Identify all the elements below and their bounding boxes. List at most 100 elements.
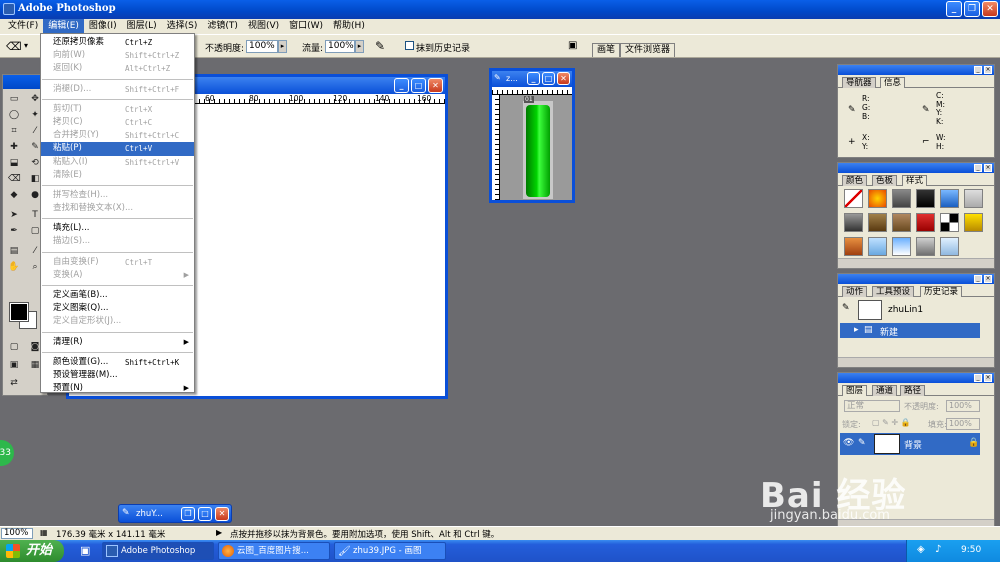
edit-menu-item[interactable]: 向前(W) Shift+Ctrl+Z [41,49,194,62]
edit-menu-item[interactable]: 查找和替换文本(X)... [41,202,194,215]
palette-well-icon[interactable]: ▣ [568,40,577,51]
move-tool-icon[interactable]: ▭ [8,93,20,105]
edit-menu-item[interactable]: 定义画笔(B)... [41,289,194,302]
style-swatch[interactable] [868,237,887,256]
start-button[interactable]: 开始 [0,540,64,562]
edit-menu-item[interactable]: 粘贴(P) Ctrl+V [41,142,194,156]
eye-icon[interactable]: 👁 [843,438,854,448]
palette-close-button[interactable]: × [984,164,992,172]
menu-item[interactable]: 图层(L) [122,19,162,34]
well-tab-file-browser[interactable]: 文件浏览器 [620,43,676,57]
small-doc-minimize-button[interactable]: _ [527,72,540,85]
airbrush-icon[interactable]: ✎ [375,39,385,53]
menu-item[interactable]: 窗口(W) [284,19,328,34]
screen-mode-icon[interactable]: ▣ [8,359,20,371]
menu-item[interactable]: 编辑(E) [43,19,84,34]
tab-layers[interactable]: 图层 [842,385,868,396]
tab-tool-presets[interactable]: 工具预设 [872,286,915,297]
tab-actions[interactable]: 动作 [842,286,868,297]
crop-tool-icon[interactable]: ⌗ [8,125,20,137]
style-swatch[interactable] [868,213,887,232]
path-select-icon[interactable]: ➤ [8,209,20,221]
chevron-down-icon[interactable]: ▾ [24,41,28,50]
style-swatch[interactable] [892,189,911,208]
doc-close-button[interactable]: ✕ [428,78,443,93]
menu-item[interactable]: 视图(V) [243,19,284,34]
tab-styles[interactable]: 样式 [902,175,928,186]
edit-menu-item[interactable]: 预置(N) ▶ [41,382,194,395]
edit-menu-item[interactable]: 清理(R) ▶ [41,336,194,349]
menu-item[interactable]: 文件(F) [3,19,43,34]
show-desktop-icon[interactable]: ▣ [80,544,90,557]
small-doc-close-button[interactable]: ✕ [557,72,570,85]
edit-menu-item[interactable]: 剪切(T) Ctrl+X [41,103,194,116]
edit-menu-item[interactable]: 颜色设置(G)... Shift+Ctrl+K [41,356,194,369]
style-swatch[interactable] [916,189,935,208]
palette-minimize-button[interactable]: _ [974,164,982,172]
palette-close-button[interactable]: × [984,66,992,74]
close-button[interactable]: ✕ [982,1,998,17]
blur-tool-icon[interactable]: ◆ [8,189,20,201]
layer-row[interactable]: 👁 ✎ 背景 🔒 [840,433,980,455]
menu-item[interactable]: 选择(S) [162,19,203,34]
history-state-row[interactable]: ▸ ▤ 新建 [840,323,980,338]
tab-history[interactable]: 历史记录 [920,286,963,297]
small-canvas[interactable]: 01 [500,95,572,200]
floating-badge[interactable]: 33 [0,440,14,466]
edit-menu-item[interactable]: 合并拷贝(Y) Shift+Ctrl+C [41,129,194,142]
hand-tool-icon[interactable]: ✋ [8,261,20,273]
edit-menu-item[interactable]: 描边(S)... [41,235,194,248]
healing-tool-icon[interactable]: ✚ [8,141,20,153]
edit-menu-item[interactable]: 拼写检查(H)... [41,189,194,202]
zoom-level[interactable]: 100% [1,528,33,539]
history-snapshot-row[interactable]: ✎ zhuLin1 [840,299,992,321]
arrow-right-icon[interactable]: ▶ [216,528,222,537]
pen-tool-icon[interactable]: ✒ [8,225,20,237]
well-tab-brushes[interactable]: 画笔 [592,43,621,57]
style-swatch[interactable] [844,237,863,256]
edit-menu-item[interactable]: 还原拷贝像素 Ctrl+Z [41,36,194,49]
style-swatch[interactable] [940,237,959,256]
min-doc-close-button[interactable]: ✕ [215,507,229,521]
lock-icons[interactable]: ▢ ✎ ✛ 🔒 [872,418,911,427]
palette-close-button[interactable]: × [984,275,992,283]
layer-fill-input[interactable]: 100% [946,418,980,430]
eraser-tool-icon[interactable]: ⌫ [6,40,22,53]
lasso-tool-icon[interactable]: ◯ [8,109,20,121]
tab-paths[interactable]: 路径 [900,385,926,396]
small-doc-maximize-button[interactable]: □ [542,72,555,85]
tab-channels[interactable]: 通道 [872,385,898,396]
style-swatch[interactable] [940,213,959,232]
edit-menu-item[interactable]: 变换(A) ▶ [41,269,194,282]
palette-minimize-button[interactable]: _ [974,275,982,283]
min-doc-maximize-button[interactable]: □ [198,507,212,521]
layer-opacity-input[interactable]: 100% [946,400,980,412]
palette-close-button[interactable]: × [984,374,992,382]
style-swatch[interactable] [964,189,983,208]
volume-icon[interactable]: ♪ [935,544,941,555]
jump-to-imageready-icon[interactable]: ⇄ [8,377,20,389]
edit-menu-item[interactable]: 消褪(D)... Shift+Ctrl+F [41,83,194,96]
menu-item[interactable]: 帮助(H) [328,19,370,34]
palette-minimize-button[interactable]: _ [974,66,982,74]
restore-button[interactable]: ❐ [964,1,980,17]
edit-menu-item[interactable]: 定义图案(Q)... [41,302,194,315]
style-swatch[interactable] [844,213,863,232]
minimized-document-window[interactable]: ✎ zhuY... ❐ □ ✕ [118,504,232,523]
edit-menu-item[interactable]: 自由变换(F) Ctrl+T [41,256,194,269]
tab-color[interactable]: 颜色 [842,175,868,186]
edit-menu-item[interactable]: 定义自定形状(J)... [41,315,194,328]
opacity-input[interactable]: 100% [246,40,278,53]
edit-menu-item[interactable]: 拷贝(C) Ctrl+C [41,116,194,129]
eraser-tool-icon[interactable]: ⌫ [8,173,21,185]
edit-menu-item[interactable]: 返回(K) Alt+Ctrl+Z [41,62,194,75]
style-swatch[interactable] [844,189,863,208]
notes-tool-icon[interactable]: ▤ [8,245,20,257]
task-photoshop[interactable]: Adobe Photoshop [102,542,214,560]
flow-input[interactable]: 100% [325,40,355,53]
stamp-tool-icon[interactable]: ⬓ [8,157,20,169]
erase-history-checkbox[interactable] [405,41,414,50]
tab-swatches[interactable]: 色板 [872,175,898,186]
tab-navigator[interactable]: 导航器 [842,77,876,88]
blend-mode-select[interactable]: 正常 [844,400,900,412]
